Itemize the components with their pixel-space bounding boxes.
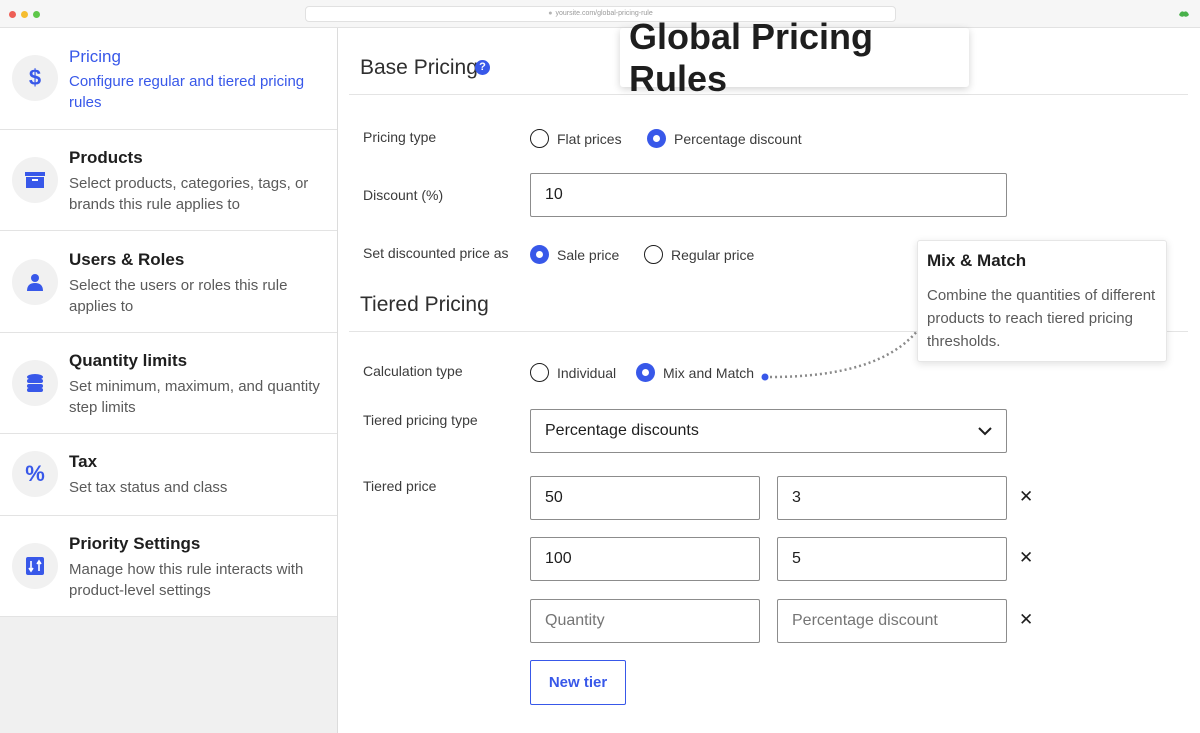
sidebar-item-desc: Set minimum, maximum, and quantity step …	[69, 378, 320, 416]
minimize-window-button[interactable]	[21, 11, 28, 18]
remove-tier-icon[interactable]: ✕	[1019, 487, 1033, 507]
tooltip-body: Combine the quantities of different prod…	[927, 287, 1156, 350]
tooltip-connector	[761, 329, 919, 381]
sidebar-item-title: Priority Settings	[69, 534, 201, 553]
sort-arrows-icon	[12, 543, 58, 589]
radio-button[interactable]	[530, 363, 549, 382]
radio-button[interactable]	[530, 245, 549, 264]
archive-box-icon	[12, 157, 58, 203]
dollar-icon: $	[12, 55, 58, 101]
radio-label: Flat prices	[557, 130, 622, 147]
page-title-banner: Global Pricing Rules	[620, 16, 969, 99]
sidebar-item-title: Pricing	[69, 47, 121, 66]
sidebar-item-tax[interactable]: % Tax Set tax status and class	[0, 434, 337, 516]
radio-label: Individual	[557, 364, 617, 381]
tiered-pricing-type-select[interactable]: Percentage discounts	[530, 409, 1007, 453]
radio-label: Percentage discount	[674, 130, 802, 147]
sidebar-item-products[interactable]: Products Select products, categories, ta…	[0, 130, 337, 231]
sidebar-item-users-roles[interactable]: Users & Roles Select the users or roles …	[0, 231, 337, 333]
discounted-price-as-label: Set discounted price as	[363, 245, 509, 261]
tier-discount-input[interactable]	[777, 537, 1007, 581]
radio-button[interactable]	[647, 129, 666, 148]
select-value: Percentage discounts	[545, 422, 699, 439]
radio-label: Regular price	[671, 246, 755, 263]
tiered-pricing-type-label: Tiered pricing type	[363, 412, 478, 428]
tiered-pricing-title: Tiered Pricing	[360, 293, 489, 316]
radio-label: Mix and Match	[663, 364, 755, 381]
tier-discount-input[interactable]	[777, 476, 1007, 520]
database-stack-icon	[12, 360, 58, 406]
radio-label: Sale price	[557, 246, 620, 263]
sidebar-item-title: Users & Roles	[69, 250, 185, 269]
mix-and-match-tooltip: Mix & Match Combine the quantities of di…	[917, 240, 1167, 362]
page-title: Global Pricing Rules	[629, 15, 874, 99]
sidebar-item-desc: Manage how this rule interacts with prod…	[69, 561, 304, 599]
remove-tier-icon[interactable]: ✕	[1019, 548, 1033, 568]
sidebar-item-desc: Select the users or roles this rule appl…	[69, 277, 288, 315]
radio-button[interactable]	[530, 129, 549, 148]
radio-button[interactable]	[636, 363, 655, 382]
tier-discount-input[interactable]	[777, 599, 1007, 643]
sidebar-item-title: Quantity limits	[69, 351, 188, 370]
sidebar-item-desc: Configure regular and tiered pricing rul…	[69, 73, 305, 111]
svg-text:$: $	[29, 67, 41, 89]
pricing-type-label: Pricing type	[363, 129, 437, 145]
radio-individual[interactable]: Individual	[530, 363, 616, 382]
radio-percentage-discount[interactable]: Percentage discount	[647, 129, 802, 148]
chevron-down-icon	[978, 426, 992, 435]
tier-quantity-input[interactable]	[530, 476, 760, 520]
sidebar-item-desc: Set tax status and class	[69, 479, 228, 496]
base-pricing-title: Base Pricing	[360, 56, 478, 79]
sidebar-item-title: Products	[69, 148, 143, 167]
radio-flat-prices[interactable]: Flat prices	[530, 129, 622, 148]
maximize-window-button[interactable]	[33, 11, 40, 18]
new-tier-button[interactable]: New tier	[530, 660, 626, 705]
extension-icon[interactable]	[1178, 9, 1190, 19]
close-window-button[interactable]	[9, 11, 16, 18]
sidebar-item-desc: Select products, categories, tags, or br…	[69, 175, 309, 213]
discount-input[interactable]	[530, 173, 1007, 217]
lock-icon: ●	[548, 10, 553, 17]
percent-icon: %	[12, 451, 58, 497]
sidebar: $ Pricing Configure regular and tiered p…	[0, 28, 338, 733]
radio-sale-price[interactable]: Sale price	[530, 245, 619, 264]
discount-label: Discount (%)	[363, 187, 444, 203]
sidebar-item-priority-settings[interactable]: Priority Settings Manage how this rule i…	[0, 516, 337, 617]
user-icon	[12, 259, 58, 305]
radio-mix-and-match[interactable]: Mix and Match	[636, 363, 754, 382]
radio-button[interactable]	[644, 245, 663, 264]
browser-chrome: ● yoursite.com/global-pricing-rule	[0, 0, 1200, 28]
sidebar-item-pricing[interactable]: $ Pricing Configure regular and tiered p…	[0, 28, 337, 130]
tier-quantity-input[interactable]	[530, 537, 760, 581]
remove-tier-icon[interactable]: ✕	[1019, 610, 1033, 630]
help-icon[interactable]: ?	[475, 60, 490, 75]
sidebar-item-quantity-limits[interactable]: Quantity limits Set minimum, maximum, an…	[0, 333, 337, 434]
tiered-price-label: Tiered price	[363, 478, 437, 494]
svg-text:%: %	[25, 463, 45, 485]
radio-regular-price[interactable]: Regular price	[644, 245, 754, 264]
tooltip-title: Mix & Match	[927, 251, 1027, 270]
sidebar-item-title: Tax	[69, 452, 98, 471]
tier-quantity-input[interactable]	[530, 599, 760, 643]
calculation-type-label: Calculation type	[363, 363, 463, 379]
